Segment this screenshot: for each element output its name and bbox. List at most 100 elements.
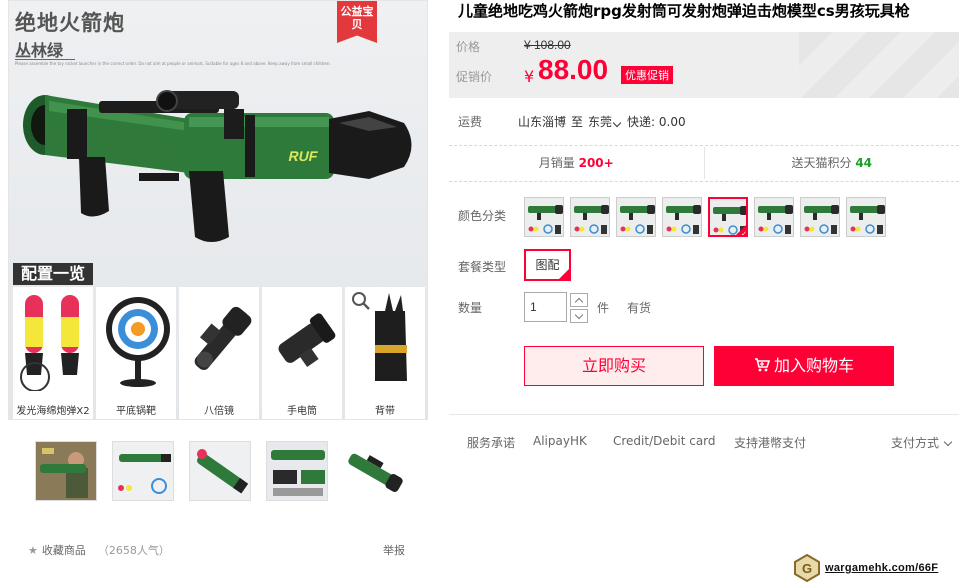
- service-label: 服务承诺: [467, 436, 516, 450]
- config-label: 手电筒: [287, 406, 317, 417]
- service-item: AlipayHK: [533, 434, 587, 448]
- watermark: G wargamehk.com/66F: [793, 554, 938, 582]
- color-option-label: 颜色分类: [458, 209, 507, 223]
- thumbnail-detail-image: [267, 442, 327, 500]
- package-option-text: 图配: [535, 258, 560, 272]
- color-swatch[interactable]: [616, 197, 656, 237]
- color-swatch[interactable]: [708, 197, 748, 237]
- charity-tag: 公益宝贝: [337, 1, 377, 43]
- config-label: 八倍镜: [204, 406, 234, 417]
- config-label: 发光海绵炮弹X2: [16, 406, 90, 417]
- quantity-unit: 件: [597, 301, 610, 315]
- watermark-logo-icon: G: [794, 554, 820, 582]
- foam-shell-icon: [20, 295, 79, 391]
- payment-method-label: 支付方式: [891, 436, 940, 450]
- quantity-increase-button[interactable]: [570, 293, 588, 307]
- thumbnail-soldier-image: [36, 442, 96, 500]
- ship-to-selector[interactable]: 东莞: [588, 113, 622, 130]
- original-price: ¥ 108.00: [524, 38, 571, 52]
- thumbnail-launcher-image: [344, 442, 404, 500]
- tmall-points-value: 44: [855, 156, 873, 170]
- favorite-link[interactable]: ★ 收藏商品 （2658人气）: [28, 542, 170, 558]
- svg-text:RUF: RUF: [287, 148, 319, 164]
- config-banner: 配置一览: [13, 263, 94, 285]
- quantity-label: 数量: [458, 301, 483, 315]
- shipping-label: 运费: [458, 115, 483, 129]
- thumbnail-kit-image: [113, 442, 173, 500]
- section-divider: [449, 145, 959, 146]
- image-subtitle: 丛林绿: [15, 41, 64, 60]
- quantity-decrease-button[interactable]: [570, 309, 588, 323]
- package-option-label: 套餐类型: [458, 260, 507, 274]
- color-swatch[interactable]: [754, 197, 794, 237]
- thumbnail-item[interactable]: [112, 441, 174, 501]
- section-divider: [449, 181, 959, 182]
- product-title: 儿童绝地吃鸡火箭炮rpg发射筒可发射炮弹迫击炮模型cs男孩玩具枪: [458, 2, 910, 20]
- zoom-icon[interactable]: [351, 291, 371, 311]
- price-panel: 价格 ¥ 108.00 促销价 ¥ 88.00 优惠促销: [449, 32, 959, 98]
- flashlight-icon: [278, 313, 336, 368]
- swatch-launcher-image: [574, 205, 609, 234]
- rocket-launcher-illustration: RUF: [23, 90, 412, 242]
- swatch-launcher-image: [758, 205, 793, 234]
- color-swatch[interactable]: [800, 197, 840, 237]
- buy-now-button[interactable]: 立即购买: [524, 346, 704, 386]
- swatch-launcher-image: [804, 205, 839, 234]
- ship-to-word: 至: [571, 115, 584, 129]
- config-label: 背带: [375, 406, 395, 417]
- image-title: 绝地火箭炮: [15, 11, 125, 35]
- ship-from: 山东淄博: [518, 115, 567, 129]
- color-swatch[interactable]: [524, 197, 564, 237]
- service-item: 支持港幣支付: [734, 436, 807, 450]
- main-product-image[interactable]: 绝地火箭炮 丛林绿 Please assemble the toy rocket…: [8, 0, 428, 420]
- add-to-cart-button[interactable]: 加入购物车: [714, 346, 894, 386]
- swatch-launcher-image: [620, 205, 655, 234]
- favorite-label: 收藏商品: [41, 544, 86, 557]
- report-link[interactable]: 举报: [383, 542, 405, 558]
- tmall-points: 送天猫积分 44: [703, 147, 960, 179]
- thumbnail-strip: [35, 441, 405, 501]
- config-item-flashlight: 手电筒: [262, 287, 342, 419]
- service-item: Credit/Debit card: [613, 434, 716, 448]
- promo-price: 88.00: [538, 54, 609, 85]
- swatch-launcher-image: [850, 205, 885, 234]
- config-item-pan-target: 平底锅靶: [96, 287, 176, 419]
- swatch-launcher-image: [528, 205, 563, 234]
- payment-method-dropdown[interactable]: 支付方式: [891, 434, 953, 451]
- swatch-launcher-image: [666, 205, 701, 234]
- selected-check-icon: [558, 268, 570, 280]
- monthly-sales-value: 200+: [578, 156, 614, 170]
- config-item-scope: 八倍镜: [179, 287, 259, 419]
- ship-to: 东莞: [588, 115, 613, 129]
- monthly-sales: 月销量 200+: [449, 147, 704, 179]
- thumbnail-item[interactable]: [35, 441, 97, 501]
- quantity-input[interactable]: 1: [524, 292, 567, 322]
- thumbnail-item[interactable]: [266, 441, 328, 501]
- chevron-down-icon: [943, 437, 953, 446]
- add-to-cart-label: 加入购物车: [773, 356, 854, 375]
- monthly-sales-label: 月销量: [538, 156, 575, 170]
- original-price-label: 价格: [456, 40, 481, 54]
- tmall-points-label: 送天猫积分: [791, 156, 852, 170]
- config-item-foam-shells: 发光海绵炮弹X2: [13, 287, 93, 419]
- color-swatch[interactable]: [846, 197, 886, 237]
- price-panel-pattern: [799, 32, 959, 98]
- image-divider: [15, 59, 75, 60]
- promo-price-label: 促销价: [456, 70, 493, 84]
- package-option[interactable]: 图配: [524, 249, 571, 281]
- thumbnail-item[interactable]: [189, 441, 251, 501]
- shipping-info: 山东淄博 至 东莞 快递: 0.00: [518, 113, 686, 130]
- thumbnail-item[interactable]: [343, 441, 405, 501]
- color-swatch[interactable]: [570, 197, 610, 237]
- scope-icon: [194, 306, 252, 370]
- chevron-down-icon: [612, 118, 622, 128]
- watermark-text: wargamehk.com/66F: [825, 562, 939, 574]
- config-label: 平底锅靶: [116, 406, 156, 417]
- target-icon: [106, 297, 170, 387]
- star-icon: ★: [28, 543, 38, 557]
- svg-text:G: G: [802, 561, 812, 576]
- color-swatch[interactable]: [662, 197, 702, 237]
- express-fee: 快递: 0.00: [627, 115, 686, 129]
- cart-icon: [754, 358, 770, 372]
- favorite-count: （2658人气）: [97, 544, 170, 557]
